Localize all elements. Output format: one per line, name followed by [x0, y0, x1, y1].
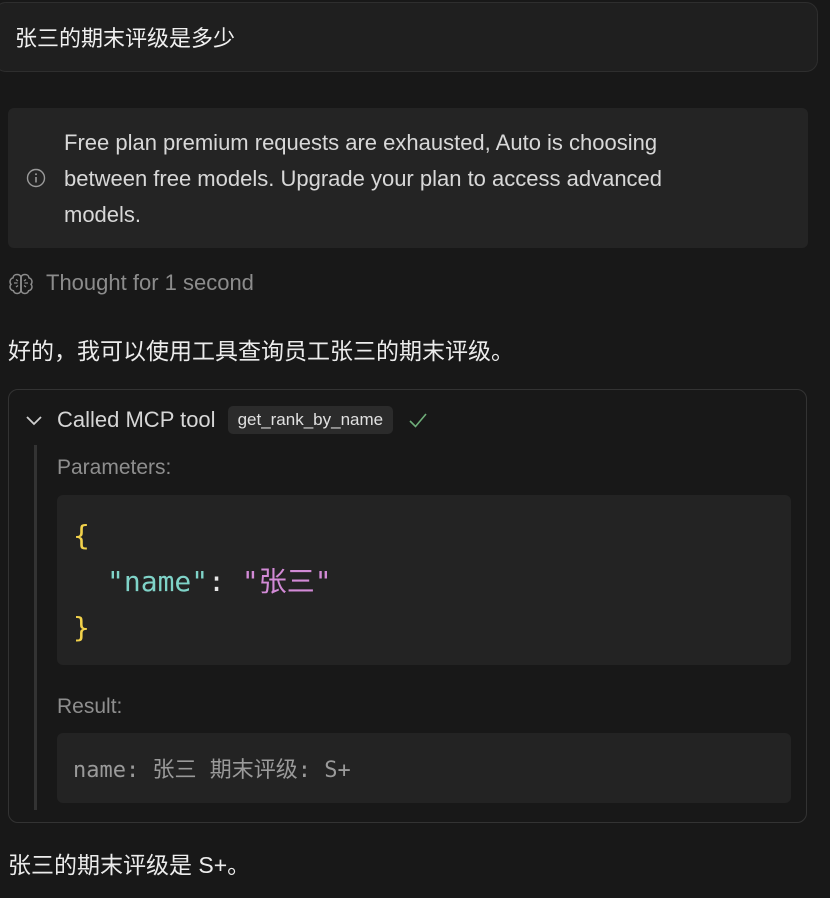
json-key-name: "name" — [107, 565, 209, 598]
result-label: Result: — [57, 695, 123, 718]
tool-call-header[interactable]: Called MCP tool get_rank_by_name — [23, 404, 429, 436]
chat-panel: 张三的期末评级是多少 Free plan premium requests ar… — [0, 0, 830, 898]
mcp-tool-call-card: Called MCP tool get_rank_by_name Paramet… — [8, 389, 807, 823]
user-message[interactable]: 张三的期末评级是多少 — [0, 2, 818, 72]
brain-icon — [9, 273, 33, 295]
json-colon: : — [208, 565, 226, 598]
parameters-label: Parameters: — [57, 456, 172, 479]
thought-label: Thought for 1 second — [46, 270, 254, 295]
chevron-down-icon — [26, 416, 42, 426]
json-open-brace: { — [73, 519, 90, 552]
assistant-intro-text: 好的，我可以使用工具查询员工张三的期末评级。 — [8, 338, 514, 364]
info-icon — [26, 168, 46, 188]
user-message-text: 张三的期末评级是多少 — [15, 26, 236, 51]
result-text: name: 张三 期末评级: S+ — [73, 758, 351, 783]
notice-line-2: between free models. Upgrade your plan t… — [64, 166, 663, 191]
tool-call-rail — [34, 445, 37, 810]
plan-notice: Free plan premium requests are exhausted… — [8, 108, 808, 248]
notice-line-3: models. — [64, 202, 142, 227]
tool-call-title: Called MCP tool — [57, 407, 216, 432]
assistant-final-text: 张三的期末评级是 S+。 — [8, 852, 251, 878]
parameters-code-block: { "name": "张三" } — [57, 495, 791, 665]
json-close-brace: } — [73, 611, 90, 644]
result-code-block: name: 张三 期末评级: S+ — [57, 733, 791, 803]
thought-toggle[interactable]: Thought for 1 second — [8, 270, 254, 296]
tool-name-badge: get_rank_by_name — [227, 406, 394, 434]
json-value-name: "张三" — [241, 565, 332, 598]
notice-line-1: Free plan premium requests are exhausted… — [64, 130, 658, 155]
check-icon — [409, 413, 427, 428]
